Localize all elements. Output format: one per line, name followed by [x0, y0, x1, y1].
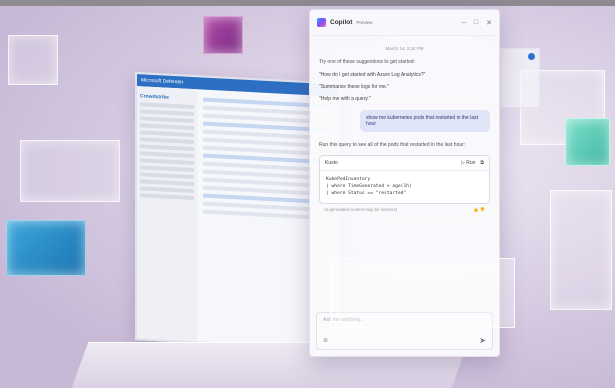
- ai-disclaimer: AI-generated content may be incorrect: [324, 206, 398, 212]
- attach-icon[interactable]: ⊕: [323, 337, 328, 344]
- glass-cube-decoration: [8, 35, 58, 85]
- chat-timestamp: March 14, 2:34 PM: [385, 46, 424, 51]
- copilot-logo-icon: [317, 18, 326, 27]
- laptop-heading: Crowdstrike: [140, 93, 169, 101]
- code-line: | where TimeGenerated > ago(1h): [326, 183, 412, 189]
- glass-panel-decoration: [330, 258, 515, 328]
- assistant-reply: Run this query to see all of the pods th…: [319, 141, 466, 148]
- copilot-titlebar: Copilot Preview – □ ✕: [310, 10, 499, 36]
- avatar: [528, 53, 535, 60]
- blue-cube-decoration: [6, 220, 86, 276]
- suggestion-item[interactable]: "Summarize these logs for me.": [319, 84, 490, 90]
- chat-body: March 14, 2:34 PM Try one of these sugge…: [310, 36, 499, 226]
- send-icon[interactable]: ➤: [479, 336, 486, 345]
- minimize-icon[interactable]: –: [462, 19, 466, 27]
- code-block: KubePodInventory | where TimeGenerated >…: [320, 171, 489, 203]
- code-language-label: Kusto: [325, 159, 338, 166]
- pink-cube-decoration: [203, 16, 243, 54]
- maximize-icon[interactable]: □: [474, 19, 478, 27]
- code-card: Kusto ▷ Run ⧉ KubePodInventory | where T…: [319, 154, 490, 204]
- suggestion-item[interactable]: "How do I get started with Azure Log Ana…: [319, 72, 490, 78]
- glass-cube-decoration: [550, 190, 612, 310]
- background-window: [500, 48, 540, 108]
- run-button[interactable]: ▷ Run: [461, 160, 475, 166]
- copilot-app-name: Copilot: [330, 19, 353, 26]
- suggestions-intro: Try one of these suggestions to get star…: [319, 59, 415, 65]
- preview-badge: Preview: [356, 20, 373, 25]
- thumbs-down-icon[interactable]: 👎: [480, 207, 485, 212]
- code-line: | where Status == "restarted": [326, 191, 407, 197]
- copy-icon[interactable]: ⧉: [480, 160, 484, 166]
- glass-cube-decoration: [20, 140, 120, 202]
- laptop-sidebar: Crowdstrike: [137, 86, 197, 342]
- thumbs-up-icon[interactable]: 👍: [473, 207, 478, 212]
- teal-cube-decoration: [565, 118, 610, 166]
- suggestion-item[interactable]: "Help me with a query.": [319, 96, 490, 102]
- close-icon[interactable]: ✕: [486, 19, 492, 27]
- user-message: show me kubernetes pods that restarted i…: [360, 109, 490, 132]
- code-line: KubePodInventory: [326, 176, 371, 182]
